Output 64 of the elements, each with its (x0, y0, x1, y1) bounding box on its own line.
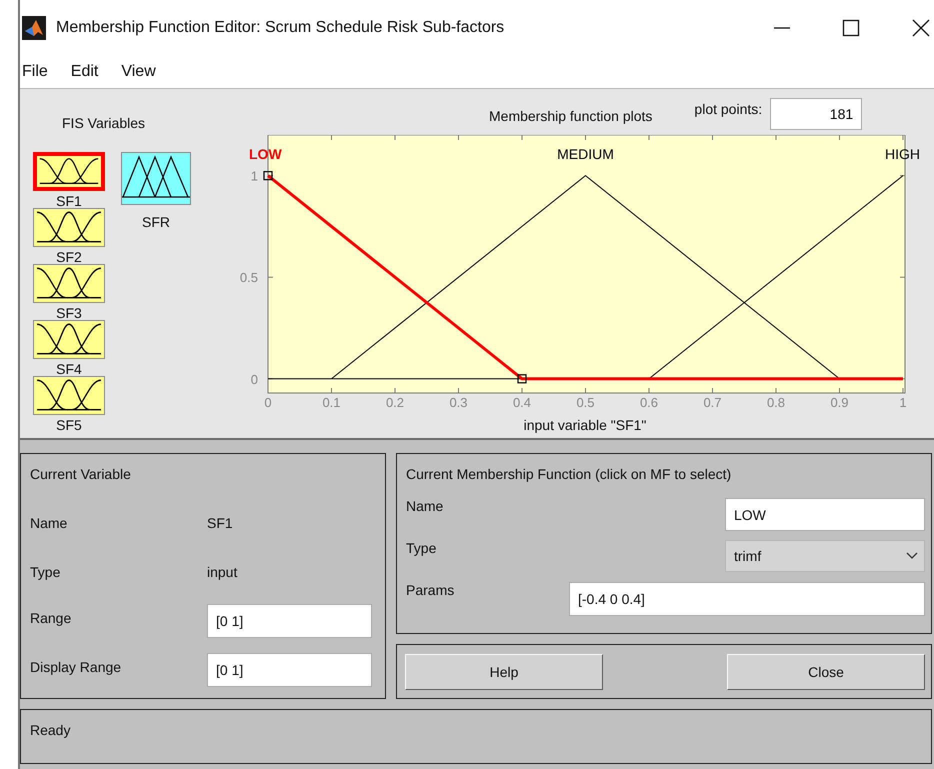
variable-label: SF1 (56, 194, 82, 208)
x-tick-label: 1 (899, 395, 907, 410)
type-dropdown[interactable]: trimf (725, 540, 925, 572)
input-field[interactable]: [-0.4 0 0.4] (569, 582, 925, 616)
y-tick-label: 1 (250, 168, 258, 184)
variable-label: SF5 (56, 418, 82, 432)
input-variable-icon[interactable] (33, 152, 105, 191)
input-field[interactable]: LOW (725, 498, 925, 531)
x-tick-label: 0.5 (576, 395, 595, 410)
input-field[interactable]: [0 1] (207, 652, 372, 686)
section-title: FIS Variables (62, 115, 146, 132)
app-icon (22, 16, 46, 40)
output-variable-icon[interactable] (121, 152, 191, 205)
panel-title: Current Variable (30, 466, 132, 483)
x-tick-label: 0.2 (386, 395, 404, 410)
mf-label[interactable]: HIGH (885, 146, 920, 162)
x-tick-label: 0.7 (703, 395, 722, 410)
menu-item[interactable]: Edit (70, 60, 98, 82)
variable-label: SF4 (56, 362, 82, 376)
y-tick-label: 0 (250, 372, 258, 387)
maximize-icon[interactable] (841, 18, 861, 38)
x-tick-label: 0 (264, 395, 272, 410)
x-tick-label: 0.6 (640, 395, 658, 410)
vertex-handle[interactable] (517, 374, 527, 384)
input-variable-icon[interactable] (33, 264, 105, 303)
plot-points-label: plot points: (694, 101, 762, 117)
x-tick-label: 0.3 (449, 395, 468, 410)
field-label: Display Range (30, 658, 122, 675)
field-label: Type (30, 564, 62, 580)
field-label: Type (406, 540, 436, 556)
field-label: Range (30, 609, 72, 626)
x-tick-label: 0.8 (766, 395, 786, 410)
variable-label: SFR (142, 215, 170, 229)
dialog-button[interactable]: Help (405, 654, 603, 690)
window-title: Membership Function Editor: Scrum Schedule Risk Sub-factors (56, 18, 504, 36)
x-tick-label: 0.4 (512, 395, 532, 410)
plot-points-field[interactable]: 181 (770, 98, 862, 130)
variable-label: SF3 (56, 306, 82, 320)
plot-title: Membership function plots (489, 108, 652, 124)
input-field[interactable]: [0 1] (207, 604, 372, 638)
x-axis-label: input variable "SF1" (524, 417, 646, 433)
y-tick-label: 0.5 (240, 270, 258, 286)
status-text: Ready (30, 722, 70, 738)
field-label: Name (406, 498, 444, 514)
membership-curve[interactable] (331, 174, 840, 380)
input-variable-icon[interactable] (33, 320, 105, 359)
membership-curve[interactable] (648, 175, 904, 380)
field-value: SF1 (207, 514, 234, 530)
mf-label[interactable]: MEDIUM (557, 146, 614, 162)
x-tick-label: 0.9 (830, 395, 849, 410)
input-variable-icon[interactable] (33, 208, 105, 247)
x-tick-label: 0.1 (322, 395, 341, 410)
vertex-handle[interactable] (263, 171, 273, 180)
menu-item[interactable]: File (22, 60, 48, 82)
dialog-button[interactable]: Close (727, 654, 925, 690)
selected-membership-curve[interactable] (267, 174, 903, 380)
field-label: Name (30, 514, 68, 530)
close-icon[interactable] (911, 18, 931, 38)
variable-label: SF2 (56, 250, 82, 264)
panel-title: Current Membership Function (click on MF to select) (406, 466, 732, 483)
menu-item[interactable]: View (121, 60, 156, 82)
field-value: input (207, 564, 238, 580)
field-label: Params (406, 582, 454, 598)
input-variable-icon[interactable] (33, 376, 105, 415)
